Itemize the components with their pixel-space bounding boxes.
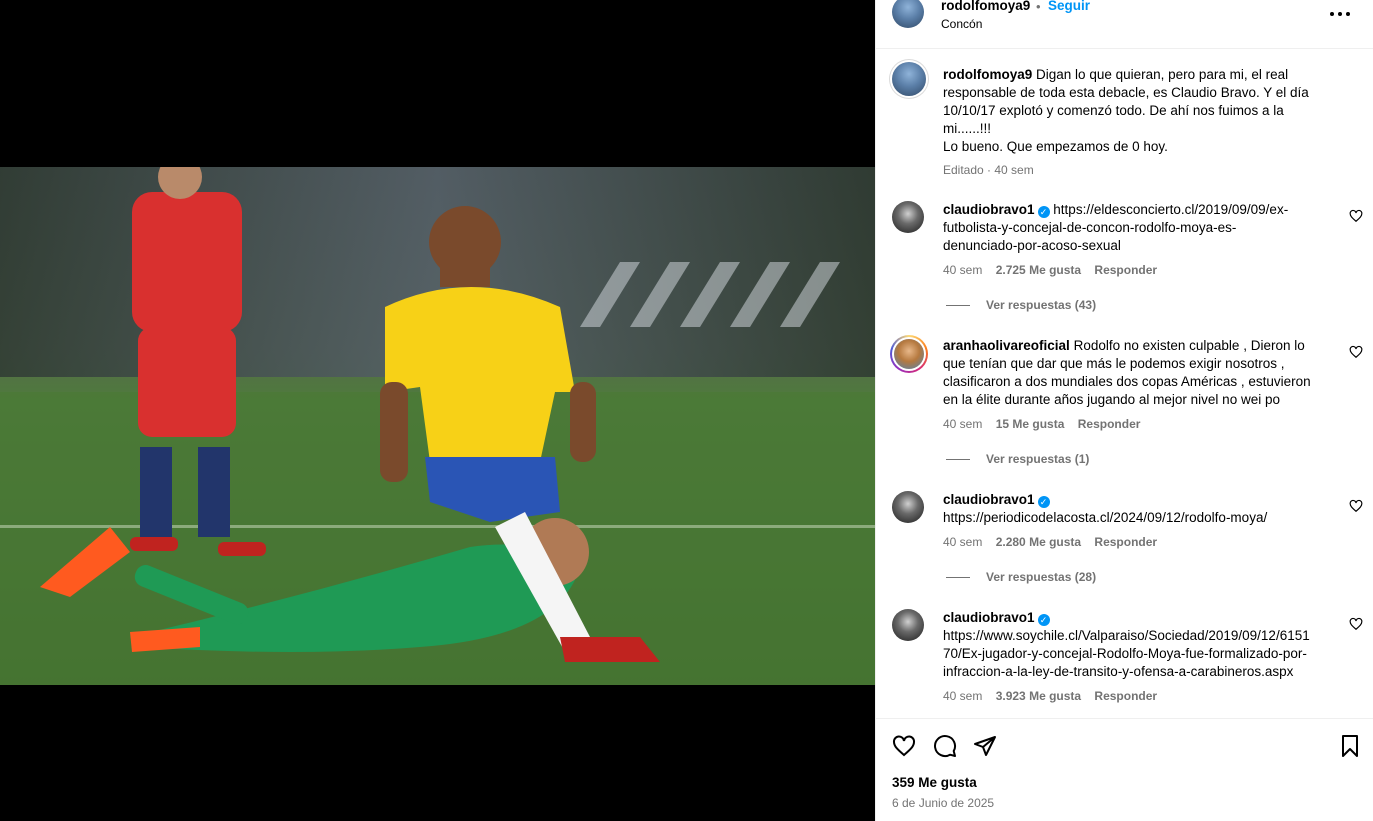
comment-text: claudiobravo1 ✓ https://eldesconcierto.cl… [943,201,1333,255]
heart-icon[interactable] [892,734,916,758]
comment-time[interactable]: 40 sem [943,263,982,277]
comment-text: claudiobravo1 ✓ https://www.soychile.cl/V… [943,609,1333,681]
caption-text: rodolfomoya9 Digan lo que quieran, pero … [943,66,1333,156]
caption-line: Lo bueno. Que empezamos de 0 hoy. [943,139,1168,154]
comment-line[interactable]: futbolista-y-concejal-de-concon-rodolfo-… [943,220,1236,235]
avatar[interactable] [892,201,924,233]
comment-likes[interactable]: 3.923 Me gusta [996,689,1081,703]
post-media-pane [0,0,875,821]
caption-username[interactable]: rodolfomoya9 [943,67,1032,82]
follow-button[interactable]: Seguir [1048,0,1090,13]
comment-icon[interactable] [933,734,957,758]
comment-line[interactable]: https://eldesconcierto.cl/2019/09/09/ex- [1053,202,1288,217]
avatar[interactable] [892,62,926,96]
post-author-username[interactable]: rodolfomoya9 [941,0,1030,13]
comment-time[interactable]: 40 sem [943,417,982,431]
avatar[interactable] [892,609,924,641]
post-date[interactable]: 6 de Junio de 2025 [892,796,994,810]
caption-meta: Editado · 40 sem [943,163,1034,177]
verified-badge-icon: ✓ [1037,614,1050,626]
comment-likes[interactable]: 15 Me gusta [996,417,1065,431]
replies-divider [946,577,970,579]
comment-username[interactable]: aranhaolivareoficial [943,338,1070,353]
caption-line: 10/10/17 explotó y comenzó todo. De ahí … [943,103,1284,118]
heart-icon[interactable] [1349,345,1363,359]
post-photo[interactable] [0,167,875,685]
comment-line: clasificaron a dos mundiales dos copas A… [943,374,1311,389]
caption-line: Digan lo que quieran, pero para mi, el r… [1036,67,1289,82]
heart-icon[interactable] [1349,617,1363,631]
view-replies-button[interactable]: Ver respuestas (1) [946,452,1089,466]
verified-badge-icon: ✓ [1037,206,1050,218]
comment-username[interactable]: claudiobravo1 [943,202,1035,217]
view-replies-label: Ver respuestas (28) [986,570,1097,584]
more-options-icon[interactable] [1328,2,1352,22]
view-replies-button[interactable]: Ver respuestas (28) [946,570,1096,584]
comment-time[interactable]: 40 sem [943,535,982,549]
reply-button[interactable]: Responder [1078,417,1141,431]
post-location[interactable]: Concón [941,17,982,31]
heart-icon[interactable] [1349,499,1363,513]
replies-divider [946,459,970,461]
reply-button[interactable]: Responder [1094,535,1157,549]
comment-username[interactable]: claudiobravo1 [943,492,1035,507]
post-header: rodolfomoya9 • Seguir Concón [876,0,1373,49]
view-replies-label: Ver respuestas (1) [986,452,1090,466]
verified-badge-icon: ✓ [1037,496,1050,508]
comment-meta: 40 sem 2.280 Me gusta Responder [943,535,1167,549]
comment-line[interactable]: https://periodicodelacosta.cl/2024/09/12… [943,510,1267,525]
view-replies-button[interactable]: Ver respuestas (43) [946,298,1096,312]
comment-likes[interactable]: 2.280 Me gusta [996,535,1081,549]
football-match-photo [0,167,875,685]
reply-button[interactable]: Responder [1094,689,1157,703]
post-actions-bar: 359 Me gusta 6 de Junio de 2025 [876,718,1373,821]
comment-time[interactable]: 40 sem [943,689,982,703]
comment-line[interactable]: infraccion-a-la-ley-de-transito-y-ofensa… [943,664,1293,679]
comment-meta: 40 sem 3.923 Me gusta Responder [943,689,1167,703]
comment-line[interactable]: 70/Ex-jugador-y-concejal-Rodolfo-Moya-fu… [943,646,1307,661]
post-details-pane: rodolfomoya9 • Seguir Concón rodolfomoya… [875,0,1373,821]
caption-line: responsable de toda esta debacle, es Cla… [943,85,1309,100]
comment-meta: 40 sem 15 Me gusta Responder [943,417,1150,431]
bookmark-icon[interactable] [1338,734,1362,758]
caption-line: mi......!!! [943,121,992,136]
comment-meta: 40 sem 2.725 Me gusta Responder [943,263,1167,277]
view-replies-label: Ver respuestas (43) [986,298,1097,312]
avatar[interactable] [894,339,924,369]
comment-line: en la élite durante años jugando al mejo… [943,392,1280,407]
comment-line: que tenían que dar que más le podemos ex… [943,356,1285,371]
avatar[interactable] [892,0,924,28]
comment-line: Rodolfo no existen culpable , Dieron lo [1073,338,1305,353]
comment-line[interactable]: https://www.soychile.cl/Valparaiso/Socie… [943,628,1310,643]
heart-icon[interactable] [1349,209,1363,223]
reply-button[interactable]: Responder [1094,263,1157,277]
comment-text: claudiobravo1 ✓ https://periodicodelacost… [943,491,1333,527]
separator-dot: • [1036,0,1041,14]
comments-list[interactable]: rodolfomoya9 Digan lo que quieran, pero … [876,49,1373,718]
comment-line[interactable]: denunciado-por-acoso-sexual [943,238,1121,253]
avatar[interactable] [892,491,924,523]
replies-divider [946,305,970,307]
comment-likes[interactable]: 2.725 Me gusta [996,263,1081,277]
comment-text: aranhaolivareoficial Rodolfo no existen … [943,337,1333,409]
share-icon[interactable] [973,734,997,758]
post-likes-count[interactable]: 359 Me gusta [892,775,977,790]
comment-username[interactable]: claudiobravo1 [943,610,1035,625]
